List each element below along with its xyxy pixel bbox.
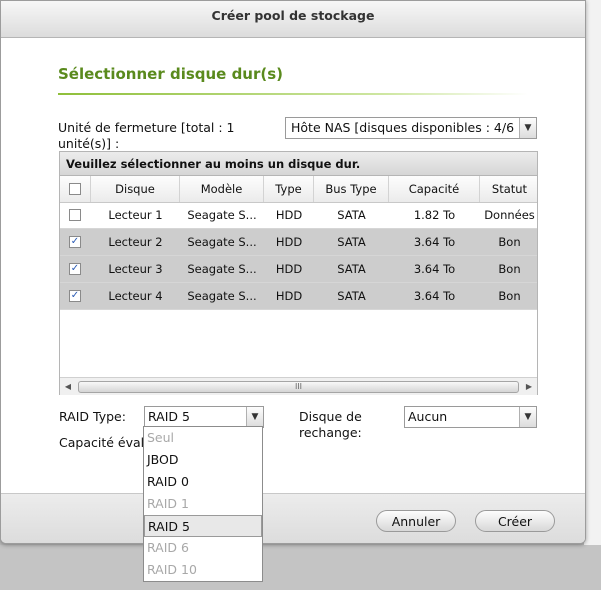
table-row[interactable]: ✓ Lecteur 3 Seagate S... HDD SATA 3.64 T…: [60, 256, 537, 283]
enclosure-unit-select[interactable]: Hôte NAS [disques disponibles : 4/6 ▼: [285, 117, 537, 139]
raid-option-raid5[interactable]: RAID 5: [144, 515, 262, 537]
column-header-status[interactable]: Statut: [480, 176, 539, 202]
row-checkbox[interactable]: ✓: [69, 263, 81, 275]
dialog-title: Créer pool de stockage: [1, 1, 585, 38]
scroll-thumb[interactable]: III: [78, 381, 519, 393]
disk-model: Seagate S...: [187, 235, 257, 249]
disk-type: HDD: [275, 289, 303, 303]
disk-status: Bon: [498, 289, 521, 303]
disk-status: Bon: [498, 235, 521, 249]
raid-option-raid0[interactable]: RAID 0: [144, 471, 262, 493]
raid-type-label: RAID Type:: [59, 409, 126, 424]
disk-name: Lecteur 1: [108, 208, 163, 222]
disk-status: Bon: [498, 262, 521, 276]
scroll-left-icon[interactable]: ◀: [60, 378, 76, 395]
select-all-checkbox[interactable]: [69, 183, 81, 195]
column-header-capacity[interactable]: Capacité: [389, 176, 480, 202]
disk-model: Seagate S...: [187, 262, 257, 276]
background-window-strip: [584, 0, 601, 590]
disk-status: Données: [484, 208, 535, 222]
create-storage-pool-dialog: Créer pool de stockage Sélectionner disq…: [0, 0, 586, 544]
raid-type-value: RAID 5: [148, 409, 190, 424]
disk-capacity: 3.64 To: [413, 235, 456, 249]
background-area: [0, 545, 601, 590]
column-header-model[interactable]: Modèle: [180, 176, 264, 202]
row-checkbox[interactable]: [69, 209, 81, 221]
column-header-type[interactable]: Type: [264, 176, 314, 202]
table-row[interactable]: ✓ Lecteur 2 Seagate S... HDD SATA 3.64 T…: [60, 229, 537, 256]
table-row[interactable]: Lecteur 1 Seagate S... HDD SATA 1.82 To …: [60, 202, 537, 229]
section-divider: [58, 93, 528, 95]
disk-bus-type: SATA: [337, 262, 366, 276]
header-select-all-cell: [60, 176, 91, 202]
disk-bus-type: SATA: [337, 208, 366, 222]
cancel-button[interactable]: Annuler: [376, 510, 456, 532]
grid-header: Disque Modèle Type Bus Type Capacité Sta…: [60, 176, 537, 203]
raid-option-single: Seul: [147, 430, 175, 445]
column-header-disk[interactable]: Disque: [91, 176, 180, 202]
row-checkbox[interactable]: ✓: [69, 290, 81, 302]
enclosure-unit-value: Hôte NAS [disques disponibles : 4/6: [291, 120, 515, 135]
spare-disk-label: Disque de rechange:: [299, 409, 362, 440]
disk-name: Lecteur 3: [108, 262, 163, 276]
table-row[interactable]: ✓ Lecteur 4 Seagate S... HDD SATA 3.64 T…: [60, 283, 537, 310]
enclosure-unit-label: Unité de fermeture [total : 1 unité(s)] …: [58, 120, 235, 151]
column-header-bus-type[interactable]: Bus Type: [314, 176, 389, 202]
disk-bus-type: SATA: [337, 289, 366, 303]
estimated-capacity-label: Capacité éval: [59, 435, 145, 450]
disk-capacity: 3.64 To: [413, 262, 456, 276]
horizontal-scrollbar[interactable]: ◀ III ▶: [60, 377, 537, 395]
raid-option-raid10: RAID 10: [147, 562, 197, 577]
disk-type: HDD: [275, 235, 303, 249]
raid-option-raid1: RAID 1: [147, 496, 189, 511]
scroll-right-icon[interactable]: ▶: [521, 378, 537, 395]
disk-type: HDD: [275, 208, 303, 222]
disk-model: Seagate S...: [187, 289, 257, 303]
raid-option-jbod[interactable]: JBOD: [144, 449, 262, 471]
create-button[interactable]: Créer: [475, 510, 555, 532]
raid-type-dropdown-list: Seul JBOD RAID 0 RAID 1 RAID 5 RAID 6 RA…: [143, 426, 263, 582]
grid-notice: Veuillez sélectionner au moins un disque…: [60, 152, 537, 176]
row-checkbox[interactable]: ✓: [69, 236, 81, 248]
raid-option-raid6: RAID 6: [147, 540, 189, 555]
disk-grid: Veuillez sélectionner au moins un disque…: [59, 151, 538, 395]
disk-capacity: 3.64 To: [413, 289, 456, 303]
disk-type: HDD: [275, 262, 303, 276]
disk-bus-type: SATA: [337, 235, 366, 249]
raid-type-select[interactable]: RAID 5 ▼: [144, 406, 264, 428]
disk-capacity: 1.82 To: [413, 208, 456, 222]
disk-name: Lecteur 2: [108, 235, 163, 249]
spare-disk-value: Aucun: [408, 409, 448, 424]
chevron-down-icon[interactable]: ▼: [519, 118, 536, 138]
chevron-down-icon[interactable]: ▼: [246, 407, 263, 427]
spare-disk-select[interactable]: Aucun ▼: [404, 406, 537, 428]
section-title: Sélectionner disque dur(s): [58, 65, 284, 83]
disk-model: Seagate S...: [187, 208, 257, 222]
chevron-down-icon[interactable]: ▼: [519, 407, 536, 427]
disk-name: Lecteur 4: [108, 289, 163, 303]
